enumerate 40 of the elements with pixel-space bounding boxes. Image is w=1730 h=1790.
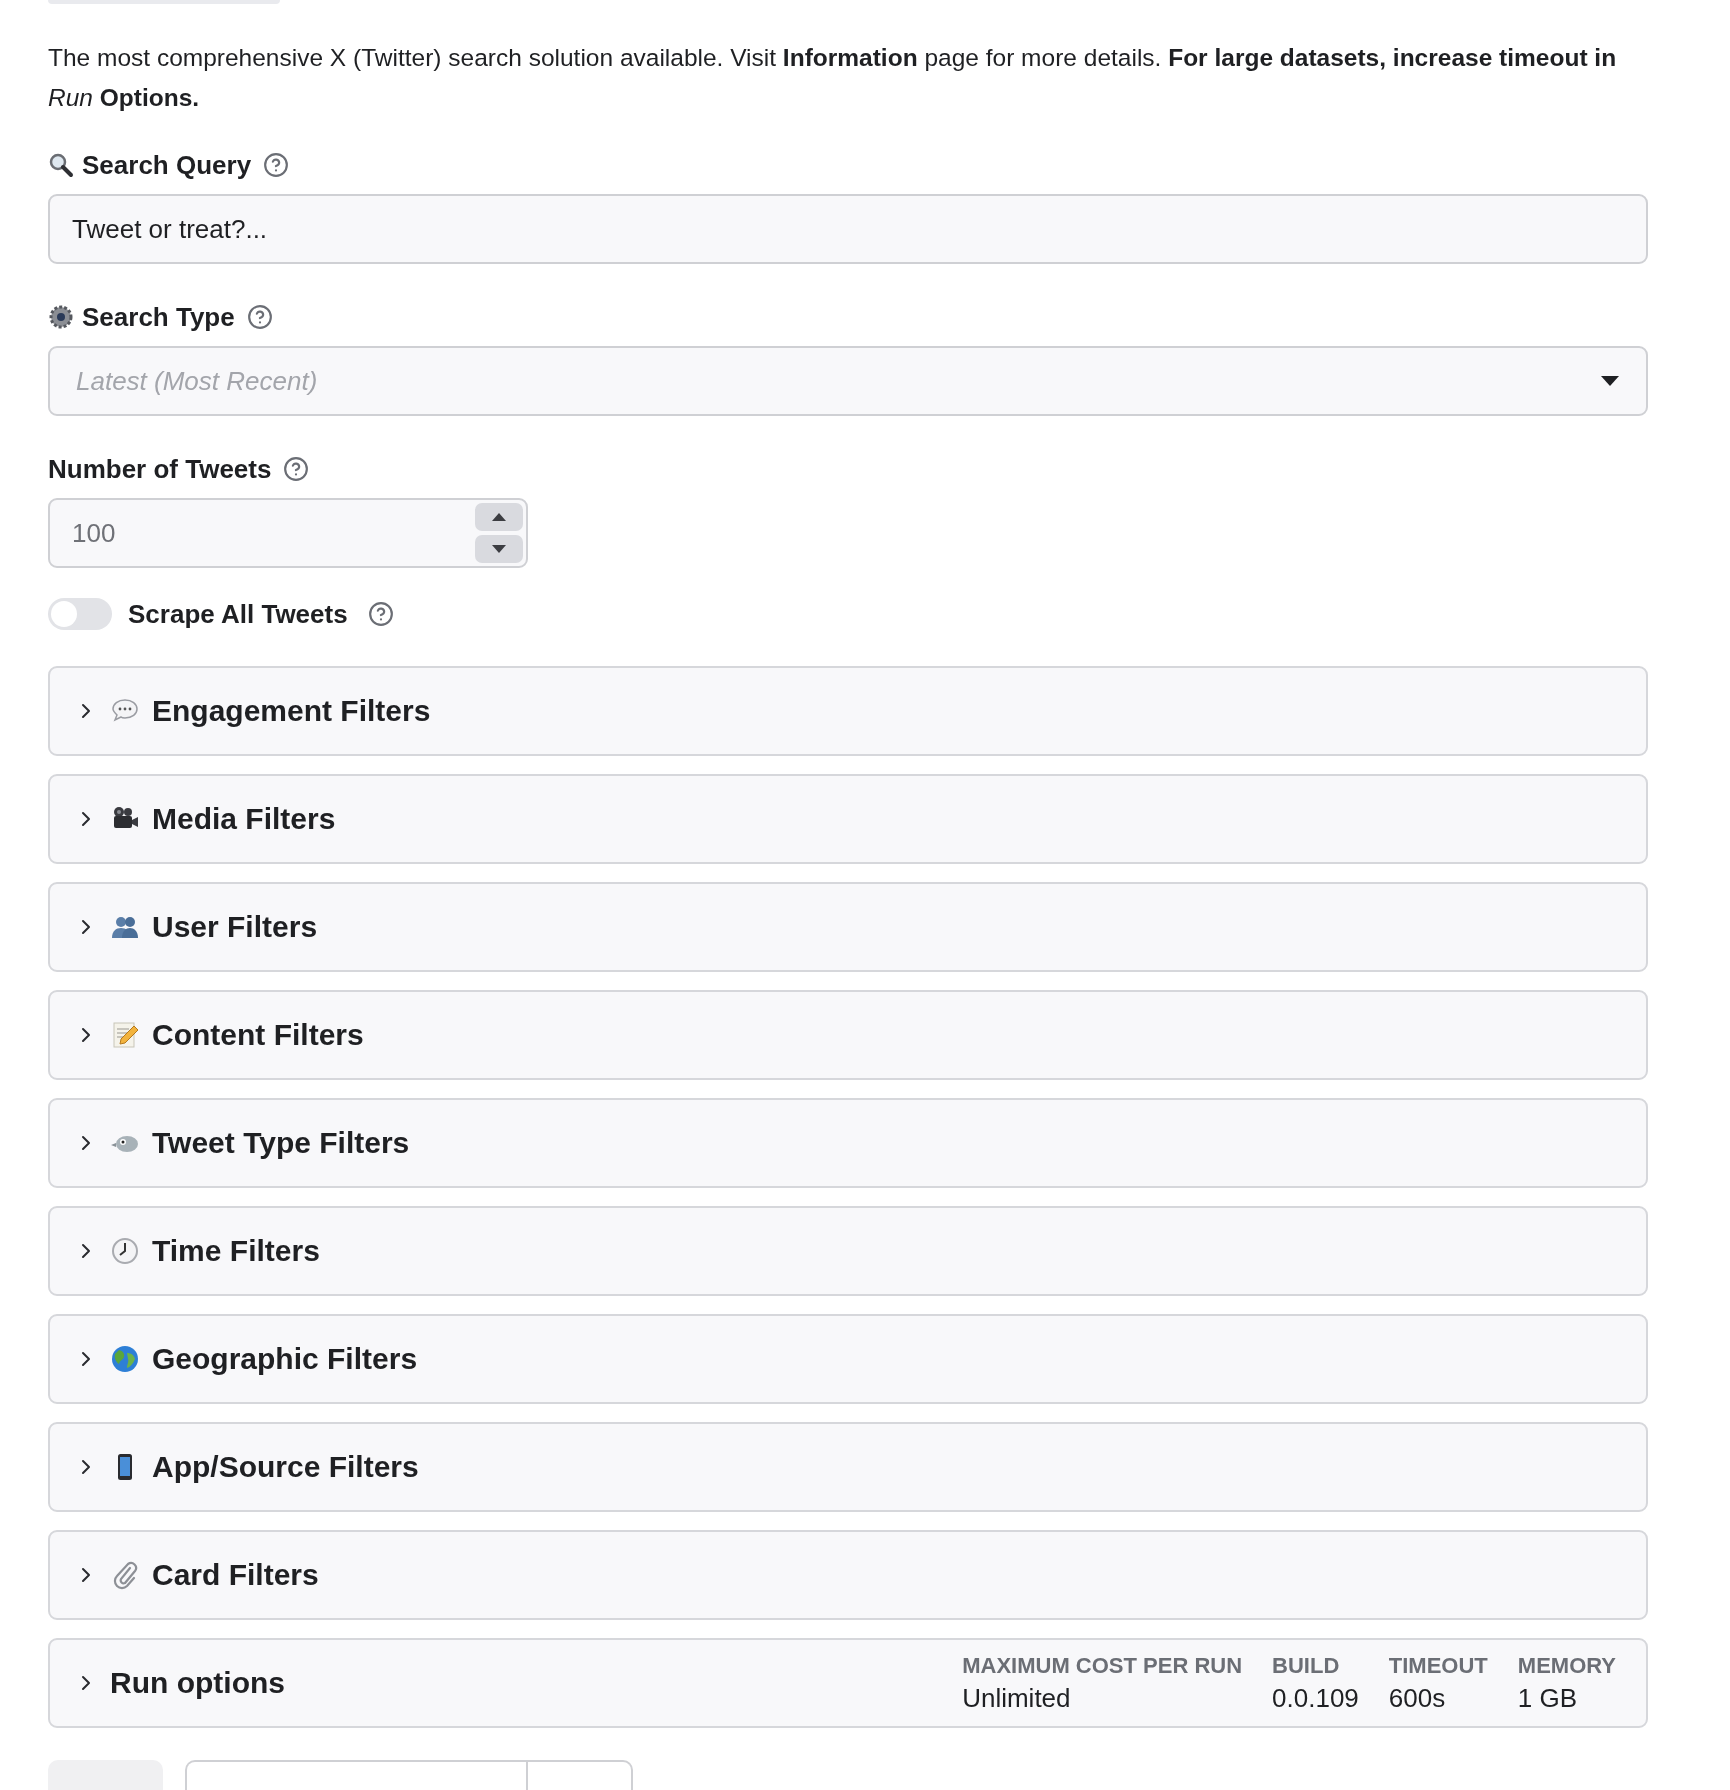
caret-down-icon: [1600, 375, 1620, 387]
section-header[interactable]: Run options MAXIMUM COST PER RUN Unlimited BUILD 0.0.109 TIMEOUT 600s MEMORY 1 GB: [50, 1640, 1646, 1726]
help-icon[interactable]: [283, 456, 310, 482]
stat-value: Unlimited: [962, 1682, 1071, 1714]
description-text: The most comprehensive X (Twitter) search solution available. Visit Information page for more details. For large datasets, increase timeout in Run Options.: [48, 43, 1618, 113]
increment-button[interactable]: [475, 503, 523, 531]
stat-value: 0.0.109: [1272, 1682, 1359, 1714]
toggle-switch[interactable]: [48, 598, 112, 630]
section-header[interactable]: Content Filters: [50, 992, 1646, 1078]
number-field[interactable]: 100: [48, 498, 528, 568]
section-header[interactable]: App/Source Filters: [50, 1424, 1646, 1510]
stat-label: MAXIMUM COST PER RUN: [962, 1652, 1243, 1679]
field-label: Search Type: [82, 301, 235, 333]
memo-pencil-icon: [110, 1020, 140, 1050]
stat-value: 1 GB: [1517, 1682, 1578, 1714]
stat-label: MEMORY: [1517, 1652, 1616, 1679]
section-header[interactable]: Geographic Filters: [50, 1316, 1646, 1402]
toggle-label: Scrape All Tweets: [128, 598, 348, 630]
section-header[interactable]: Time Filters: [50, 1208, 1646, 1294]
decrement-button[interactable]: [475, 535, 523, 563]
section-header[interactable]: Card Filters: [50, 1532, 1646, 1618]
field-label: Number of Tweets: [48, 453, 272, 485]
section-header[interactable]: User Filters: [50, 884, 1646, 970]
field-label: Search Query: [82, 149, 252, 181]
stat-label: BUILD: [1272, 1652, 1340, 1679]
stat-label: TIMEOUT: [1388, 1652, 1488, 1679]
help-icon[interactable]: [263, 152, 290, 178]
stat-value: 600s: [1388, 1682, 1446, 1714]
caret-up-icon: [492, 513, 506, 521]
search-icon: [48, 152, 74, 178]
caret-down-icon: [492, 545, 506, 553]
gear-icon: [48, 304, 74, 330]
section-header[interactable]: Tweet Type Filters: [50, 1100, 1646, 1186]
help-icon[interactable]: [367, 601, 394, 627]
help-icon[interactable]: [246, 304, 273, 330]
clock-icon: [110, 1236, 140, 1266]
search-query-field[interactable]: Tweet or treat?...: [48, 194, 1648, 264]
globe-icon: [110, 1344, 140, 1374]
section-header[interactable]: Media Filters: [50, 776, 1646, 862]
section-header[interactable]: Engagement Filters: [50, 668, 1646, 754]
